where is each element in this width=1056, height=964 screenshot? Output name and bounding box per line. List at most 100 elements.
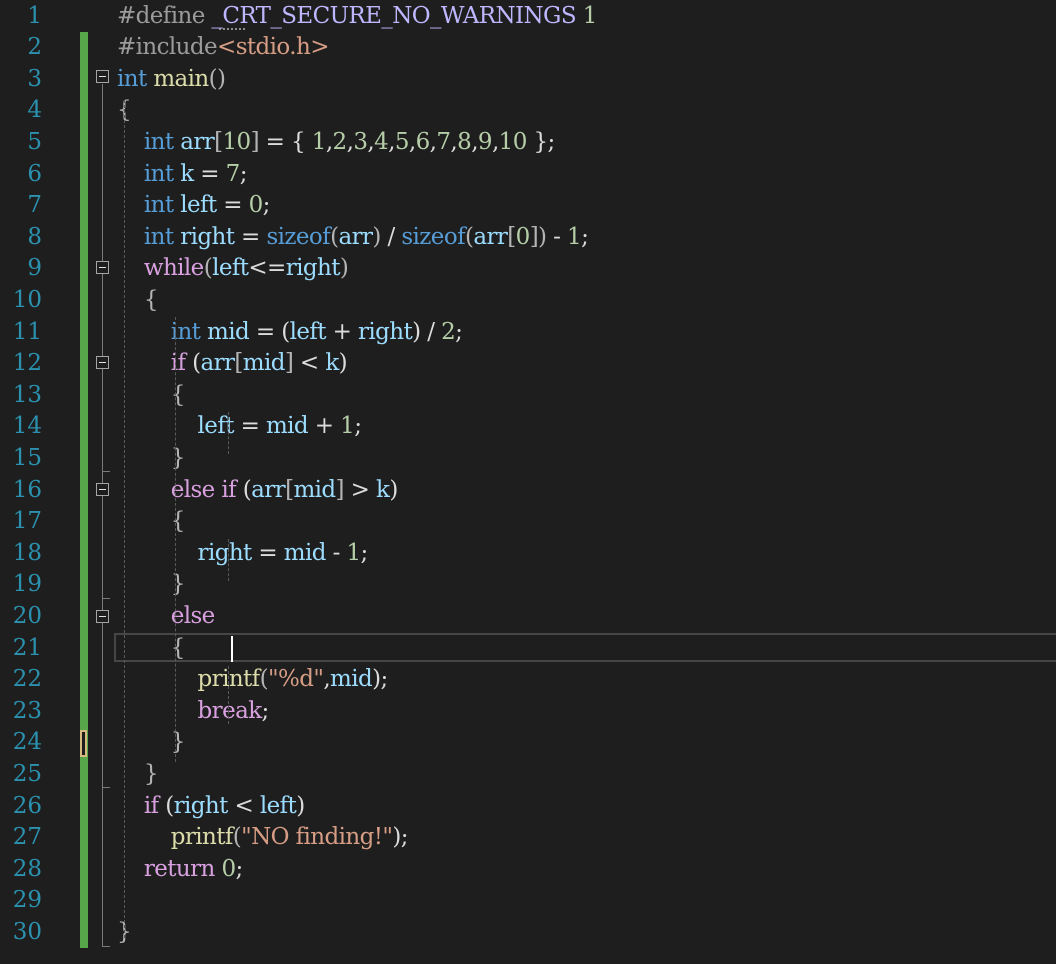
code-token: = [251, 539, 284, 566]
code-token: - [325, 539, 347, 566]
code-token: 1 [340, 413, 355, 440]
outline-end-while [102, 787, 110, 788]
code-line[interactable]: 5 int arr[10] = { 1,2,3,4,5,6,7,8,9,10 }… [0, 127, 1056, 159]
outline-end-else-if [102, 598, 110, 599]
line-number: 21 [12, 634, 42, 661]
code-line[interactable]: 12 if (arr[mid] < k) [0, 348, 1056, 380]
code-line[interactable]: 6 int k = 7; [0, 159, 1056, 191]
code-line[interactable]: 2 #include<stdio.h> [0, 32, 1056, 64]
code-token: while [143, 255, 204, 282]
code-token: mid [283, 539, 327, 566]
code-line[interactable]: 30} [0, 917, 1056, 949]
code-text[interactable]: printf("%d",mid); [117, 664, 389, 696]
code-line[interactable]: 11 int mid = (left + right) / 2; [0, 317, 1056, 349]
indent-guide-while [175, 317, 176, 762]
code-line[interactable]: 3 int main() [0, 64, 1056, 96]
code-line[interactable]: 23 break; [0, 696, 1056, 728]
code-text[interactable]: int right = sizeof(arr) / sizeof(arr[0])… [117, 222, 589, 254]
code-token: mid [207, 318, 250, 345]
code-text[interactable]: int main() [117, 64, 226, 96]
code-text[interactable]: left = mid + 1; [117, 411, 362, 443]
collapse-else-if-icon[interactable] [96, 483, 109, 496]
code-token: 0 [248, 192, 264, 219]
line-number: 13 [12, 381, 42, 408]
code-line[interactable]: 17 { [0, 506, 1056, 538]
code-text[interactable]: if (arr[mid] < k) [117, 348, 348, 380]
code-text[interactable]: int mid = (left + right) / 2; [117, 317, 463, 349]
code-text[interactable]: right = mid - 1; [117, 538, 369, 570]
code-token: ; [360, 539, 369, 566]
code-text[interactable]: int left = 0; [117, 190, 271, 222]
code-line[interactable]: 7 int left = 0; [0, 190, 1056, 222]
code-token: ) [339, 255, 349, 282]
code-line[interactable]: 14 left = mid + 1; [0, 411, 1056, 443]
code-text[interactable]: #define _CRT_SECURE_NO_WARNINGS 1 [117, 1, 597, 33]
collapse-main-icon[interactable] [96, 70, 109, 83]
code-line[interactable]: 9 while(left<=right) [0, 253, 1056, 285]
code-token: ; [354, 413, 362, 440]
code-line[interactable]: 15 } [0, 443, 1056, 475]
code-token: 1 [346, 539, 361, 566]
code-token: , [491, 128, 499, 155]
code-line[interactable]: 21 { [0, 633, 1056, 665]
code-token: break [197, 697, 263, 724]
code-token: ] [250, 128, 260, 155]
code-line[interactable]: 26 if (right < left) [0, 791, 1056, 823]
code-line[interactable]: 1 #define _CRT_SECURE_NO_WARNINGS 1 [0, 1, 1056, 33]
code-text[interactable]: return 0; [117, 854, 243, 886]
collapse-else-icon[interactable] [96, 610, 109, 623]
code-line[interactable]: 25 } [0, 759, 1056, 791]
code-token: ; [239, 160, 248, 187]
code-line[interactable]: 28 return 0; [0, 854, 1056, 886]
code-text[interactable]: #include<stdio.h> [117, 32, 329, 64]
code-token: #include [117, 34, 218, 61]
code-line[interactable]: 13 { [0, 380, 1056, 412]
code-text[interactable]: printf("NO finding!"); [117, 822, 409, 854]
code-line[interactable]: 29 [0, 885, 1056, 917]
line-number: 3 [27, 65, 42, 92]
outline-line-main [102, 84, 103, 946]
code-token: mid [293, 476, 336, 503]
code-line[interactable]: 18 right = mid - 1; [0, 538, 1056, 570]
code-line[interactable]: 19 } [0, 569, 1056, 601]
code-token: int [143, 160, 174, 187]
code-text[interactable]: else if (arr[mid] > k) [117, 475, 399, 507]
line-number: 17 [12, 508, 42, 535]
code-line[interactable]: 22 printf("%d",mid); [0, 664, 1056, 696]
code-text[interactable]: break; [117, 696, 270, 728]
line-number: 8 [27, 223, 42, 250]
line-number: 4 [27, 97, 42, 124]
code-line[interactable]: 8 int right = sizeof(arr) / sizeof(arr[0… [0, 222, 1056, 254]
code-text[interactable]: if (right < left) [117, 791, 305, 823]
code-token: 2 [441, 318, 456, 345]
code-editor[interactable]: 1 #define _CRT_SECURE_NO_WARNINGS 1 2 #incl… [0, 0, 1056, 964]
code-token: arr [338, 223, 373, 250]
code-token: left [289, 318, 327, 345]
code-line[interactable]: 20 else [0, 601, 1056, 633]
indent-guide-else-if [228, 539, 229, 581]
collapse-if-icon[interactable] [96, 356, 109, 369]
line-number: 12 [12, 350, 42, 377]
code-text[interactable]: int arr[10] = { 1,2,3,4,5,6,7,8,9,10 }; [117, 127, 555, 159]
code-token: 1 [311, 128, 327, 155]
collapse-while-icon[interactable] [96, 261, 109, 274]
code-line[interactable]: 10 { [0, 285, 1056, 317]
code-token: else if [170, 476, 237, 503]
code-token: }; [526, 128, 555, 155]
code-token: = [234, 223, 267, 250]
code-line[interactable]: 24 } [0, 727, 1056, 759]
code-token: ( [185, 350, 201, 377]
code-token: ]) [529, 223, 547, 250]
line-number: 22 [12, 666, 42, 693]
code-line[interactable]: 16 else if (arr[mid] > k) [0, 475, 1056, 507]
code-text[interactable]: while(left<=right) [117, 253, 349, 285]
code-token: mid [242, 350, 286, 377]
code-token: arr [473, 223, 508, 250]
code-text[interactable]: int k = 7; [117, 159, 248, 191]
code-text[interactable]: else [117, 601, 216, 633]
code-line[interactable]: 4{ [0, 95, 1056, 127]
code-line[interactable]: 27 printf("NO finding!"); [0, 822, 1056, 854]
